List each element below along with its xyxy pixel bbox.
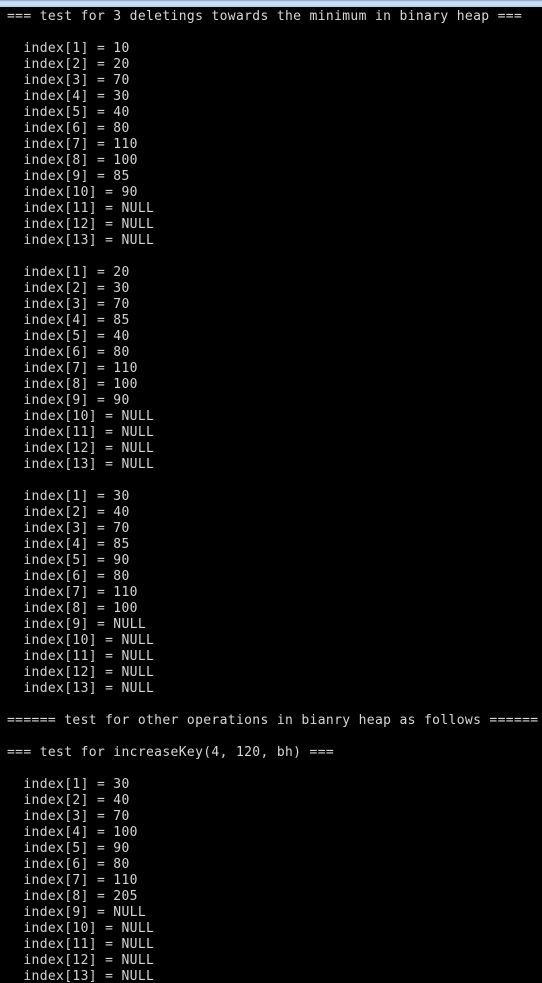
terminal-output-line: index[3] = 70 [7,809,130,824]
terminal-output-line: index[6] = 80 [7,857,130,872]
terminal-output-line: index[13] = NULL [7,681,155,696]
terminal-output-line: index[12] = NULL [7,665,155,680]
terminal-output-line: index[7] = 110 [7,873,138,888]
terminal-output-line: index[9] = NULL [7,617,147,632]
window-chrome-strip [0,0,542,9]
terminal-output-line: index[6] = 80 [7,121,130,136]
terminal-output-line: index[3] = 70 [7,73,130,88]
terminal-output-line: index[11] = NULL [7,201,155,216]
terminal-output-line: index[1] = 30 [7,777,130,792]
terminal-output-line: index[10] = NULL [7,633,155,648]
terminal-output-line: index[8] = 100 [7,601,138,616]
terminal-output-line: index[5] = 40 [7,329,130,344]
terminal-output-area[interactable]: === test for 3 deletings towards the min… [0,9,542,983]
terminal-output-line: index[10] = 90 [7,185,138,200]
terminal-window: === test for 3 deletings towards the min… [0,0,542,983]
terminal-output-line: index[2] = 40 [7,793,130,808]
terminal-output-line: index[9] = 85 [7,169,130,184]
terminal-output-line: index[4] = 30 [7,89,130,104]
terminal-output-line: index[8] = 100 [7,153,138,168]
terminal-output-line: index[8] = 100 [7,377,138,392]
terminal-output-line: index[5] = 90 [7,841,130,856]
terminal-output-line: index[7] = 110 [7,585,138,600]
terminal-output-line: index[9] = NULL [7,905,147,920]
terminal-banner-line: === test for increaseKey(4, 120, bh) === [7,745,335,760]
terminal-banner-line: ====== test for other operations in bian… [7,713,539,728]
terminal-output-line: index[2] = 20 [7,57,130,72]
terminal-output-line: index[1] = 30 [7,489,130,504]
terminal-output-line: index[12] = NULL [7,953,155,968]
terminal-output-line: index[4] = 85 [7,537,130,552]
terminal-output-line: index[2] = 40 [7,505,130,520]
terminal-output-line: index[13] = NULL [7,457,155,472]
terminal-output-line: index[12] = NULL [7,441,155,456]
terminal-output-line: index[13] = NULL [7,233,155,248]
terminal-output-line: index[3] = 70 [7,521,130,536]
terminal-output-line: index[10] = NULL [7,409,155,424]
terminal-output-line: index[4] = 100 [7,825,138,840]
terminal-output-line: index[5] = 40 [7,105,130,120]
terminal-output-line: index[7] = 110 [7,361,138,376]
terminal-output-line: index[12] = NULL [7,217,155,232]
terminal-output-line: index[6] = 80 [7,345,130,360]
terminal-output-line: index[1] = 10 [7,41,130,56]
terminal-output-line: index[1] = 20 [7,265,130,280]
terminal-banner-line: === test for 3 deletings towards the min… [7,9,523,24]
terminal-output-line: index[3] = 70 [7,297,130,312]
terminal-output-line: index[13] = NULL [7,969,155,983]
terminal-output-line: index[2] = 30 [7,281,130,296]
terminal-output-line: index[8] = 205 [7,889,138,904]
terminal-output-line: index[11] = NULL [7,425,155,440]
terminal-output-line: index[10] = NULL [7,921,155,936]
terminal-output-line: index[6] = 80 [7,569,130,584]
terminal-output-line: index[5] = 90 [7,553,130,568]
terminal-output-line: index[4] = 85 [7,313,130,328]
terminal-output-line: index[7] = 110 [7,137,138,152]
terminal-output-line: index[9] = 90 [7,393,130,408]
terminal-output-line: index[11] = NULL [7,649,155,664]
terminal-output-line: index[11] = NULL [7,937,155,952]
